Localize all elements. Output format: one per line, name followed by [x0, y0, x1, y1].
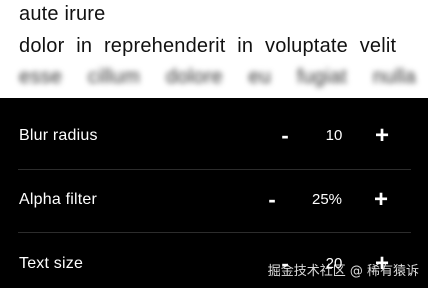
divider	[18, 232, 411, 233]
text-preview: aute irure dolor in reprehenderit in vol…	[0, 0, 428, 98]
alpha-filter-value: 25%	[311, 191, 343, 208]
preview-line-blurred: esse cillum dolore eu fugiat nulla	[19, 66, 416, 88]
watermark: 掘金技术社区 @ 稀有猿诉	[267, 264, 419, 279]
preview-line-2: dolor in reprehenderit in voluptate veli…	[19, 35, 397, 57]
blur-radius-label: Blur radius	[19, 127, 98, 144]
alpha-filter-row: Alpha filter - 25% +	[0, 170, 428, 234]
blur-radius-value: 10	[325, 127, 343, 144]
blur-radius-decrease-button[interactable]: -	[270, 121, 300, 151]
text-size-label: Text size	[19, 255, 84, 272]
alpha-filter-decrease-button[interactable]: -	[257, 185, 287, 215]
alpha-filter-label: Alpha filter	[19, 191, 97, 208]
blur-radius-increase-button[interactable]: +	[367, 121, 397, 151]
blur-radius-row: Blur radius - 10 +	[0, 106, 428, 170]
alpha-filter-increase-button[interactable]: +	[366, 185, 396, 215]
screen: aute irure dolor in reprehenderit in vol…	[0, 0, 428, 288]
preview-line-1: aute irure	[19, 3, 106, 25]
